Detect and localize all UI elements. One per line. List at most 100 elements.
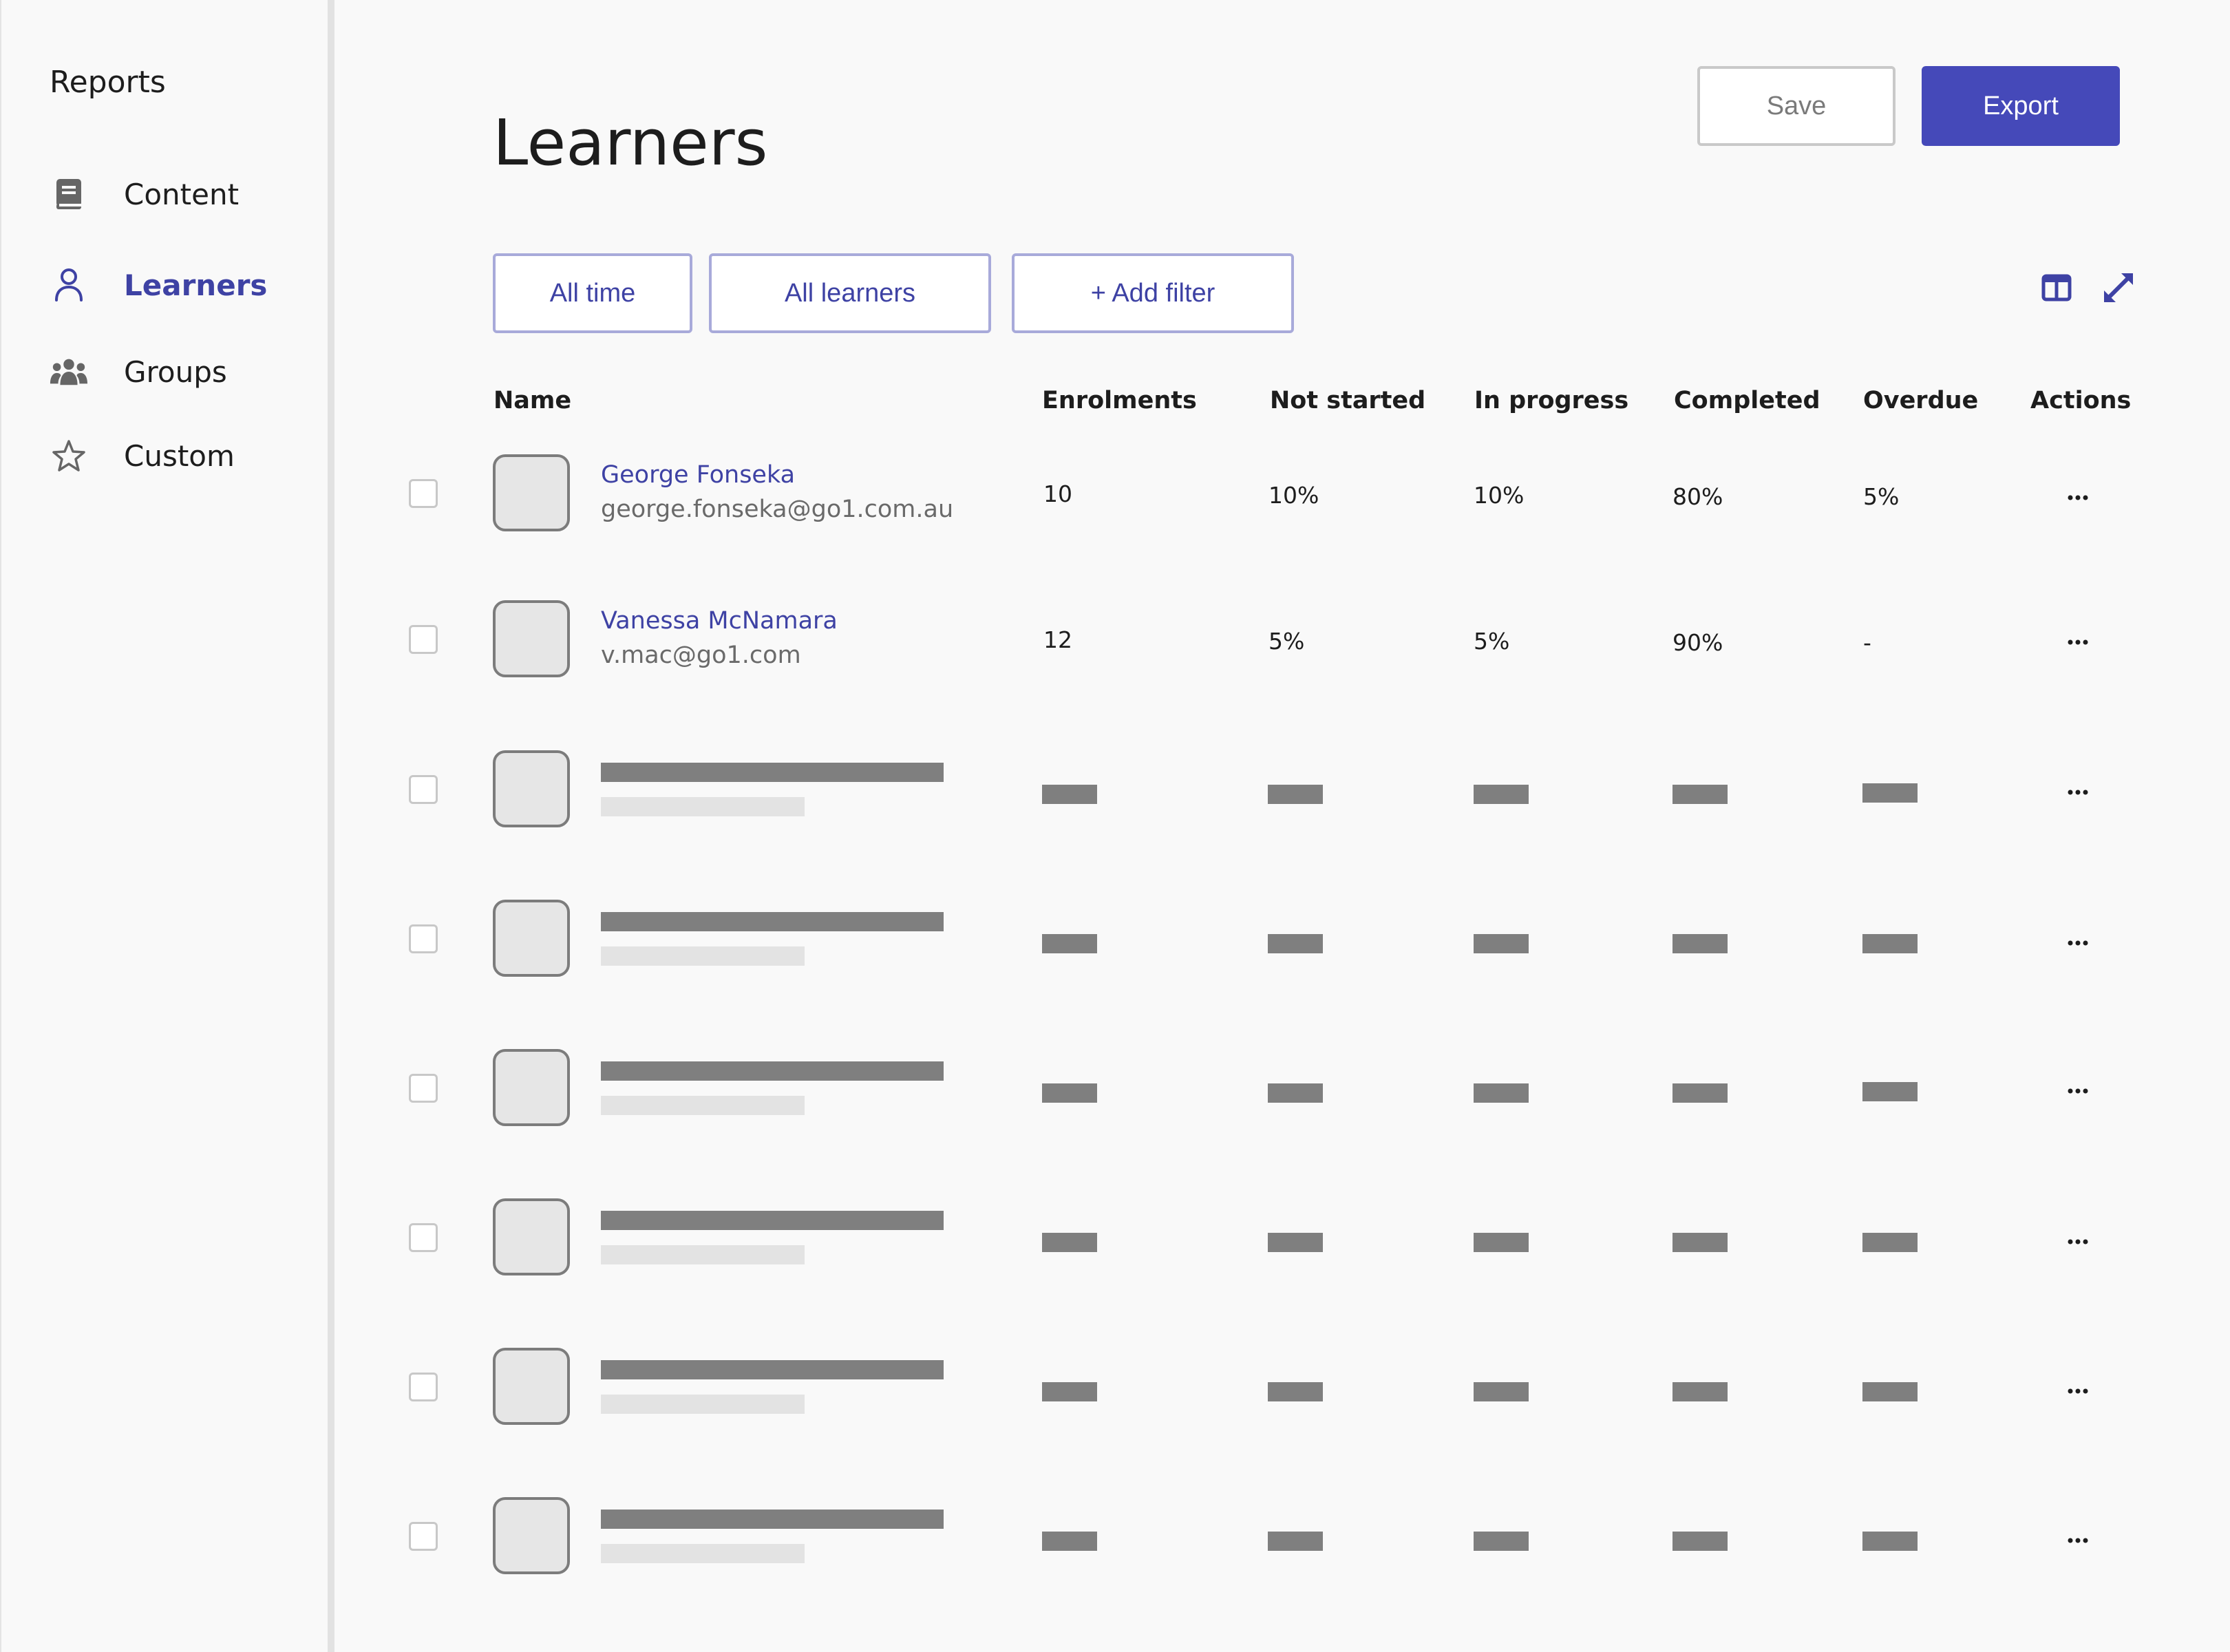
row-actions-button[interactable] (2061, 1381, 2095, 1401)
row-checkbox[interactable] (409, 924, 438, 953)
row-actions-button[interactable] (2061, 933, 2095, 953)
row-checkbox[interactable] (409, 1074, 438, 1103)
enrolments-value: 12 (1043, 626, 1072, 653)
sidebar-item-label: Learners (124, 268, 268, 302)
name-skeleton (601, 1360, 944, 1379)
column-header-in-progress[interactable]: In progress (1474, 387, 1628, 414)
cell-skeleton (1672, 785, 1728, 804)
time-filter-button[interactable]: All time (493, 253, 692, 333)
table-row-skeleton (0, 1463, 2230, 1600)
row-actions-button[interactable] (2061, 1081, 2095, 1101)
in-progress-value: 10% (1474, 482, 1525, 509)
table-row[interactable]: Vanessa McNamara v.mac@go1.com 12 5% 5% … (0, 570, 2230, 708)
cell-skeleton (1474, 1233, 1529, 1252)
learners-filter-button[interactable]: All learners (709, 253, 991, 333)
cell-skeleton (1862, 1382, 1918, 1401)
sidebar-item-learners[interactable]: Learners (50, 257, 311, 313)
avatar-skeleton (493, 1049, 570, 1126)
row-actions-button[interactable] (2061, 632, 2095, 653)
person-icon (50, 266, 88, 304)
cell-skeleton (1268, 1233, 1323, 1252)
cell-skeleton (1042, 934, 1097, 953)
export-button[interactable]: Export (1922, 66, 2120, 146)
learner-name-link[interactable]: George Fonseka (601, 461, 795, 489)
name-skeleton (601, 1061, 944, 1081)
add-filter-button[interactable]: + Add filter (1012, 253, 1294, 333)
table-row-skeleton (0, 1164, 2230, 1302)
email-skeleton (601, 797, 805, 816)
sidebar-item-groups[interactable]: Groups (50, 344, 311, 399)
cell-skeleton (1042, 785, 1097, 804)
enrolments-value: 10 (1043, 480, 1072, 507)
cell-skeleton (1268, 785, 1323, 804)
row-checkbox[interactable] (409, 1373, 438, 1401)
cell-skeleton (1474, 1382, 1529, 1401)
column-header-actions: Actions (2030, 387, 2132, 414)
expand-icon[interactable] (2098, 267, 2139, 308)
row-checkbox[interactable] (409, 1223, 438, 1252)
columns-icon[interactable] (2036, 267, 2077, 308)
email-skeleton (601, 946, 805, 966)
learner-email: v.mac@go1.com (601, 642, 801, 669)
cell-skeleton (1672, 934, 1728, 953)
learner-name-link[interactable]: Vanessa McNamara (601, 607, 838, 635)
row-checkbox[interactable] (409, 775, 438, 804)
cell-skeleton (1268, 1382, 1323, 1401)
row-checkbox[interactable] (409, 479, 438, 508)
avatar-skeleton (493, 900, 570, 977)
more-icon (2068, 940, 2088, 946)
row-actions-button[interactable] (2061, 1231, 2095, 1252)
table-row[interactable]: George Fonseka george.fonseka@go1.com.au… (0, 424, 2230, 562)
cell-skeleton (1268, 934, 1323, 953)
cell-skeleton (1474, 1083, 1529, 1103)
cell-skeleton (1268, 1532, 1323, 1551)
name-skeleton (601, 1211, 944, 1230)
row-actions-button[interactable] (2061, 487, 2095, 508)
cell-skeleton (1862, 783, 1918, 803)
row-actions-button[interactable] (2061, 782, 2095, 803)
cell-skeleton (1042, 1083, 1097, 1103)
column-header-overdue[interactable]: Overdue (1863, 387, 1978, 414)
cell-skeleton (1042, 1532, 1097, 1551)
overdue-value: - (1863, 629, 1871, 656)
completed-value: 90% (1672, 629, 1723, 656)
avatar-skeleton (493, 750, 570, 827)
sidebar-title: Reports (50, 65, 166, 100)
overdue-value: 5% (1863, 483, 1900, 510)
sidebar-item-label: Groups (124, 354, 227, 389)
avatar (493, 600, 570, 677)
cell-skeleton (1672, 1233, 1728, 1252)
table-row-skeleton (0, 1015, 2230, 1152)
book-icon (50, 175, 88, 213)
avatar-skeleton (493, 1348, 570, 1425)
more-icon (2068, 639, 2088, 645)
row-checkbox[interactable] (409, 625, 438, 654)
more-icon (2068, 495, 2088, 500)
email-skeleton (601, 1395, 805, 1414)
reports-page: Reports Content Learners Groups Custom L… (0, 0, 2230, 1652)
more-icon (2068, 1239, 2088, 1245)
email-skeleton (601, 1544, 805, 1563)
avatar (493, 454, 570, 531)
column-header-completed[interactable]: Completed (1674, 387, 1820, 414)
name-skeleton (601, 763, 944, 782)
row-checkbox[interactable] (409, 1522, 438, 1551)
column-header-enrolments[interactable]: Enrolments (1042, 387, 1197, 414)
more-icon (2068, 790, 2088, 795)
cell-skeleton (1474, 1532, 1529, 1551)
column-header-name[interactable]: Name (493, 387, 571, 414)
sidebar-item-content[interactable]: Content (50, 167, 311, 222)
table-row-skeleton (0, 1313, 2230, 1451)
row-actions-button[interactable] (2061, 1530, 2095, 1551)
cell-skeleton (1862, 1532, 1918, 1551)
name-skeleton (601, 1510, 944, 1529)
column-header-not-started[interactable]: Not started (1270, 387, 1425, 414)
completed-value: 80% (1672, 483, 1723, 510)
email-skeleton (601, 1245, 805, 1264)
group-icon (50, 352, 88, 391)
cell-skeleton (1862, 1233, 1918, 1252)
save-button[interactable]: Save (1697, 66, 1895, 146)
cell-skeleton (1268, 1083, 1323, 1103)
cell-skeleton (1474, 785, 1529, 804)
cell-skeleton (1042, 1233, 1097, 1252)
